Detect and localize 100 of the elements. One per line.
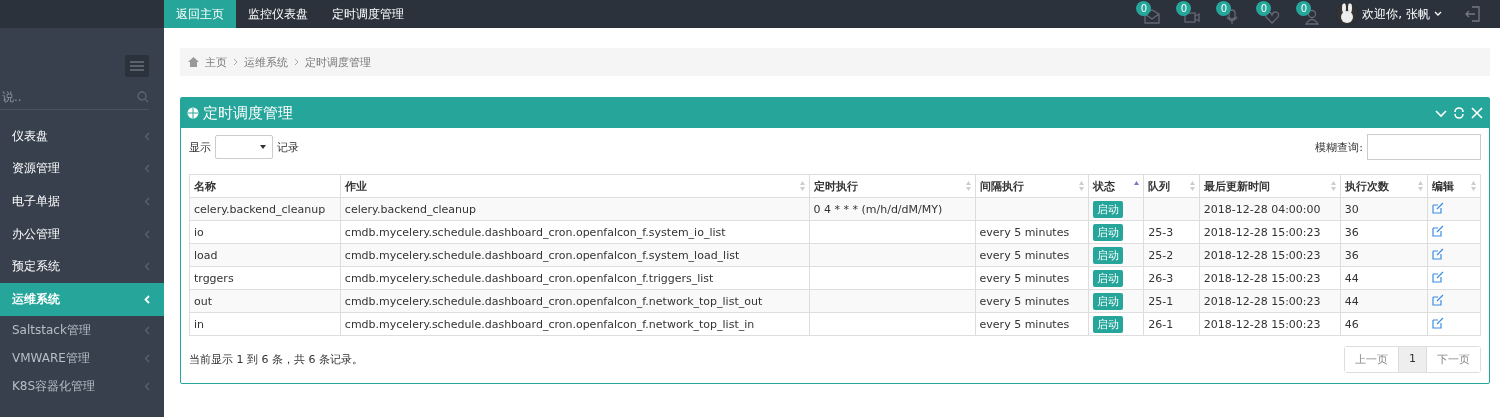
panel-title: 定时调度管理 (203, 103, 294, 123)
table-cell: every 5 minutes (975, 266, 1089, 290)
table-cell: every 5 minutes (975, 243, 1089, 267)
table-cell: 2018-12-28 15:00:23 (1199, 312, 1341, 336)
table-cell: cmdb.mycelery.schedule.dashboard_cron.openfalcon_f.network_top_list_in (340, 312, 809, 336)
logout-icon[interactable] (1464, 5, 1482, 23)
table-cell: in (189, 312, 341, 336)
chevron-left-icon (144, 294, 150, 304)
status-badge: 启动 (1092, 269, 1123, 287)
sort-icon[interactable] (798, 180, 806, 192)
globe-icon (187, 107, 199, 119)
table-cell: celery.backend_cleanup (189, 197, 341, 221)
chevron-left-icon (144, 197, 150, 206)
table-cell: 2018-12-28 15:00:23 (1199, 289, 1341, 313)
table-cell: cmdb.mycelery.schedule.dashboard_cron.openfalcon_f.system_io_list (340, 220, 809, 244)
chevron-left-icon (144, 131, 150, 141)
count-badge: 0 (1296, 1, 1312, 16)
avatar-icon[interactable] (1336, 3, 1359, 25)
table-cell: io (189, 220, 341, 244)
count-badge: 0 (1256, 1, 1272, 16)
sort-icon[interactable] (1077, 180, 1085, 192)
edit-icon[interactable] (1432, 201, 1445, 214)
search-field[interactable]: 说.. (0, 85, 149, 110)
column-header[interactable]: 执行次数 (1340, 174, 1428, 198)
sidebar-item[interactable]: 资源管理 (0, 152, 164, 186)
sidebar-subitem[interactable]: Saltstack管理 (0, 317, 164, 344)
table-cell: trggers (189, 266, 341, 290)
table-cell: 36 (1340, 220, 1428, 244)
caret-icon (260, 145, 266, 149)
nav-tab[interactable]: 定时调度管理 (320, 0, 416, 28)
edit-icon[interactable] (1432, 247, 1445, 260)
column-header[interactable]: 定时执行 (809, 174, 976, 198)
column-header[interactable]: 编辑 (1427, 174, 1481, 198)
search-icon[interactable] (137, 91, 149, 103)
chevron-left-icon (144, 382, 150, 392)
column-header[interactable]: 间隔执行 (975, 174, 1089, 198)
length-label: 显示 (189, 139, 211, 155)
page-link[interactable]: 1 (1398, 347, 1426, 372)
search-input[interactable]: 说.. (0, 90, 137, 104)
table-cell: 26-1 (1143, 312, 1200, 336)
sort-icon[interactable] (1417, 180, 1425, 192)
length-label: 记录 (277, 139, 299, 155)
table-cell: 2018-12-28 04:00:00 (1199, 197, 1341, 221)
count-badge: 0 (1176, 1, 1192, 16)
table-cell: 25-3 (1143, 220, 1200, 244)
table-cell: 26-3 (1143, 266, 1200, 290)
close-icon[interactable] (1471, 107, 1483, 119)
breadcrumb-item[interactable]: 运维系统 (244, 54, 288, 70)
table-cell: 0 4 * * * (m/h/d/dM/MY) (809, 197, 976, 221)
column-header[interactable]: 最后更新时间 (1199, 174, 1341, 198)
count-badge: 0 (1136, 1, 1152, 16)
table-cell: load (189, 243, 341, 267)
sidebar-subitem[interactable]: VMWARE管理 (0, 345, 164, 372)
table-cell: 44 (1340, 266, 1428, 290)
menu-icon (130, 61, 144, 71)
sidebar-item[interactable]: 办公管理 (0, 217, 164, 251)
user-greeting[interactable]: 欢迎你, 张帆 (1362, 5, 1430, 23)
edit-icon[interactable] (1432, 270, 1445, 283)
sidebar-subitem[interactable]: K8S容器化管理 (0, 373, 164, 400)
edit-icon[interactable] (1432, 293, 1445, 306)
chevron-left-icon (144, 164, 150, 174)
menu-toggle-button[interactable] (125, 55, 149, 77)
home-icon (188, 57, 199, 67)
chevron-left-icon (144, 326, 150, 336)
sidebar-item[interactable]: 电子单据 (0, 185, 164, 218)
column-header[interactable]: 状态 (1088, 174, 1144, 198)
column-header[interactable]: 作业 (340, 174, 809, 198)
status-badge: 启动 (1092, 200, 1123, 218)
status-badge: 启动 (1092, 315, 1123, 333)
refresh-icon[interactable] (1453, 107, 1465, 119)
page-size-select[interactable] (215, 135, 273, 159)
breadcrumb-item[interactable]: 主页 (205, 54, 227, 70)
sort-icon[interactable] (1188, 180, 1196, 192)
sort-icon[interactable] (1470, 180, 1477, 192)
sort-icon[interactable] (1329, 180, 1337, 192)
page-link[interactable]: 下一页 (1426, 347, 1480, 372)
table-cell: 2018-12-28 15:00:23 (1199, 220, 1341, 244)
sort-icon[interactable] (964, 180, 972, 192)
breadcrumb-item: 定时调度管理 (305, 54, 371, 70)
table-cell: cmdb.mycelery.schedule.dashboard_cron.openfalcon_f.network_top_list_out (340, 289, 809, 313)
chevron-right-icon (233, 58, 238, 66)
sidebar-item[interactable]: 仪表盘 (0, 120, 164, 153)
table-cell: every 5 minutes (975, 289, 1089, 313)
table-cell: cmdb.mycelery.schedule.dashboard_cron.openfalcon_f.system_load_list (340, 243, 809, 267)
column-header[interactable]: 名称 (189, 174, 341, 198)
nav-tab[interactable]: 监控仪表盘 (236, 0, 320, 28)
collapse-icon[interactable] (1435, 107, 1447, 119)
sidebar-item[interactable]: 预定系统 (0, 250, 164, 283)
table-cell: 2018-12-28 15:00:23 (1199, 243, 1341, 267)
edit-icon[interactable] (1432, 316, 1445, 329)
edit-icon[interactable] (1432, 224, 1445, 237)
table-cell: cmdb.mycelery.schedule.dashboard_cron.openfalcon_f.triggers_list (340, 266, 809, 290)
table-cell: 46 (1340, 312, 1428, 336)
table-cell: out (189, 289, 341, 313)
status-badge: 启动 (1092, 292, 1123, 310)
status-badge: 启动 (1092, 246, 1123, 264)
caret-icon[interactable] (1434, 11, 1442, 17)
chevron-left-icon (144, 229, 150, 239)
column-header[interactable]: 队列 (1143, 174, 1200, 198)
table-cell: celery.backend_cleanup (340, 197, 809, 221)
